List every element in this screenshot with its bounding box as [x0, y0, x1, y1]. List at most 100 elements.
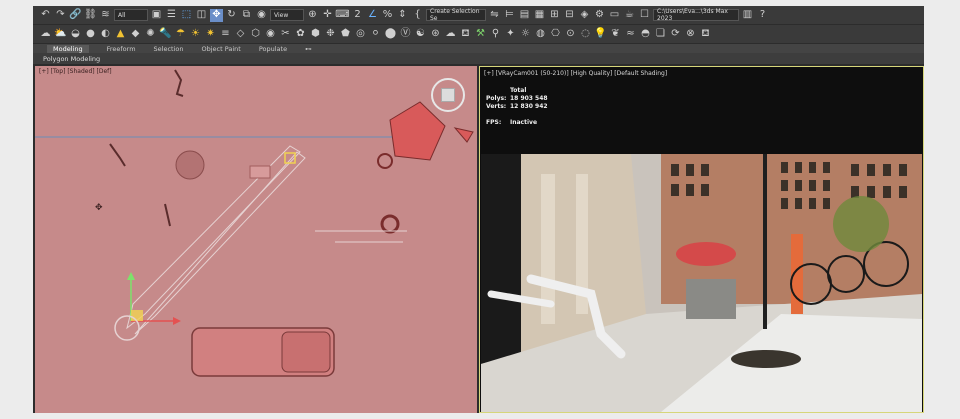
cosmos-icon[interactable]: ⊛ — [429, 28, 442, 41]
vray-bulb-icon[interactable]: 💡 — [594, 28, 607, 41]
pivot-icon[interactable]: ⊕ — [306, 9, 319, 22]
vray-sun-icon[interactable]: ⛅ — [54, 28, 67, 41]
vray-phys-cam-icon[interactable]: ⊙ — [564, 28, 577, 41]
select-by-name-icon[interactable]: ☰ — [165, 9, 178, 22]
vray-displace-icon[interactable]: ≈ — [624, 28, 637, 41]
bind-space-warp-icon[interactable]: ≋ — [99, 9, 112, 22]
vray-fur-icon[interactable]: ✺ — [144, 28, 157, 41]
tab-selection[interactable]: Selection — [154, 45, 184, 53]
render-icon[interactable]: ☕ — [623, 9, 636, 22]
place-icon[interactable]: ◉ — [255, 9, 268, 22]
sphere-icon[interactable]: ⚪ — [369, 28, 382, 41]
vray-mesh-icon[interactable]: ⬢ — [309, 28, 322, 41]
reference-coord-dropdown[interactable]: View — [270, 9, 304, 21]
curve-editor-icon[interactable]: ⊟ — [563, 9, 576, 22]
window-crossing-icon[interactable]: ◫ — [195, 9, 208, 22]
tab-modeling[interactable]: Modeling — [47, 44, 89, 53]
undo-icon[interactable]: ↶ — [39, 9, 52, 22]
schematic-icon[interactable]: ⊞ — [548, 9, 561, 22]
spot-light-icon[interactable]: ☂ — [174, 28, 187, 41]
vray-tool-icon[interactable]: ⚒ — [474, 28, 487, 41]
chaos-cloud-icon[interactable]: ☯ — [414, 28, 427, 41]
vray-decal-icon[interactable]: ✿ — [294, 28, 307, 41]
teapot-icon[interactable]: ⛾ — [459, 28, 472, 41]
selection-filter-dropdown[interactable]: All — [114, 9, 148, 21]
mirror-icon[interactable]: ⇋ — [488, 9, 501, 22]
pedestrian-silhouette — [174, 69, 184, 97]
tab-object-paint[interactable]: Object Paint — [202, 45, 241, 53]
vray-pot-icon[interactable]: ⛾ — [699, 28, 712, 41]
stats-polys-label: Polys: — [486, 95, 507, 102]
vray-proxy-icon[interactable]: ◆ — [129, 28, 142, 41]
move-icon[interactable]: ✥ — [210, 8, 223, 22]
toggle-ribbon-icon[interactable]: ▦ — [533, 9, 546, 22]
vray-ball-icon[interactable]: ◉ — [264, 28, 277, 41]
sky-light-icon[interactable]: ✷ — [204, 28, 217, 41]
vray-material-icon[interactable]: ◎ — [354, 28, 367, 41]
render-cloud-icon[interactable]: ☁ — [444, 28, 457, 41]
vray-logo-icon[interactable]: Ⓥ — [399, 28, 412, 41]
vray-hair-icon[interactable]: ❦ — [609, 28, 622, 41]
lamp-icon[interactable]: 🔦 — [159, 28, 172, 41]
vray-cam-icon[interactable]: ⎔ — [549, 28, 562, 41]
vray-stats-icon[interactable]: ⊗ — [684, 28, 697, 41]
edit-named-selection-icon[interactable]: { — [411, 9, 424, 22]
vray-frame-buffer-icon[interactable]: ▲ — [114, 28, 127, 41]
app-window: ↶ ↷ 🔗 ⛓ ≋ All ▣ ☰ ⬚ ◫ ✥ ↻ ⧉ ◉ View ⊕ ✛ ⌨… — [33, 6, 924, 413]
vray-layer-icon[interactable]: ❏ — [654, 28, 667, 41]
omni-light-icon[interactable]: ☀ — [189, 28, 202, 41]
ribbon-panel-label[interactable]: Polygon Modeling — [33, 53, 924, 64]
project-path-dropdown[interactable]: C:\Users\Eva...\3ds Max 2023 — [653, 8, 739, 22]
align-icon[interactable]: ⊨ — [503, 9, 516, 22]
spinner-snap-icon[interactable]: ⇕ — [396, 9, 409, 22]
render-frame-icon[interactable]: ▭ — [608, 9, 621, 22]
vray-star-icon[interactable]: ✦ — [504, 28, 517, 41]
scale-icon[interactable]: ⧉ — [240, 9, 253, 22]
layer-icon[interactable]: ▤ — [518, 9, 531, 22]
select-object-icon[interactable]: ▣ — [150, 9, 163, 22]
cylinder-icon[interactable]: ⬤ — [384, 28, 397, 41]
vray-lens-icon[interactable]: ◍ — [534, 28, 547, 41]
vray-sphere-icon[interactable]: ● — [84, 28, 97, 41]
snap-icon[interactable]: 2 — [351, 9, 364, 22]
vray-box-icon[interactable]: ⬡ — [249, 28, 262, 41]
material-editor-icon[interactable]: ◈ — [578, 9, 591, 22]
vray-plane-icon[interactable]: ◇ — [234, 28, 247, 41]
vray-ao-icon[interactable]: ◓ — [639, 28, 652, 41]
viewcube[interactable] — [431, 78, 465, 112]
help-icon[interactable]: ? — [756, 9, 769, 22]
vray-dome-icon[interactable]: ◒ — [69, 28, 82, 41]
select-manipulate-icon[interactable]: ✛ — [321, 9, 334, 22]
named-selection-dropdown[interactable]: Create Selection Se — [426, 8, 486, 22]
redo-icon[interactable]: ↷ — [54, 9, 67, 22]
vray-clipper-icon[interactable]: ✂ — [279, 28, 292, 41]
vray-scatter-icon[interactable]: ❉ — [324, 28, 337, 41]
render-setup-icon[interactable]: ⚙ — [593, 9, 606, 22]
vray-light-icon[interactable]: ☁ — [39, 28, 52, 41]
project-folder-icon[interactable]: ▥ — [741, 9, 754, 22]
percent-snap-icon[interactable]: % — [381, 9, 394, 22]
viewcube-face[interactable] — [441, 88, 455, 102]
viewport-top[interactable]: [+] [Top] [Shaded] [Def] ✥ — [35, 66, 477, 413]
tab-freeform[interactable]: Freeform — [107, 45, 136, 53]
link-icon[interactable]: 🔗 — [69, 9, 82, 22]
unlink-icon[interactable]: ⛓ — [84, 9, 97, 22]
rotate-icon[interactable]: ↻ — [225, 9, 238, 22]
vray-ies-icon[interactable]: ◐ — [99, 28, 112, 41]
vray-enmesh-icon[interactable]: ⬟ — [339, 28, 352, 41]
render-iterative-icon[interactable]: ☐ — [638, 9, 651, 22]
vray-pin-icon[interactable]: ⚲ — [489, 28, 502, 41]
ribbon-options-icon[interactable]: ⊷ — [305, 45, 312, 53]
stats-fps-label: FPS: — [486, 119, 502, 126]
viewport-camera-label[interactable]: [+] [VRayCam001 (50-210)] [High Quality]… — [484, 70, 667, 77]
light-lister-icon[interactable]: ≡ — [219, 28, 232, 41]
vray-dof-icon[interactable]: ◌ — [579, 28, 592, 41]
vray-sky-icon[interactable]: ☼ — [519, 28, 532, 41]
tab-populate[interactable]: Populate — [259, 45, 287, 53]
viewport-camera[interactable]: [+] [VRayCam001 (50-210)] [High Quality]… — [479, 66, 924, 413]
vray-sync-icon[interactable]: ⟳ — [669, 28, 682, 41]
angle-snap-icon[interactable]: ∠ — [366, 9, 379, 22]
stats-verts-label: Verts: — [486, 103, 507, 110]
keyboard-shortcut-icon[interactable]: ⌨ — [335, 9, 349, 22]
rectangle-select-icon[interactable]: ⬚ — [180, 9, 193, 22]
